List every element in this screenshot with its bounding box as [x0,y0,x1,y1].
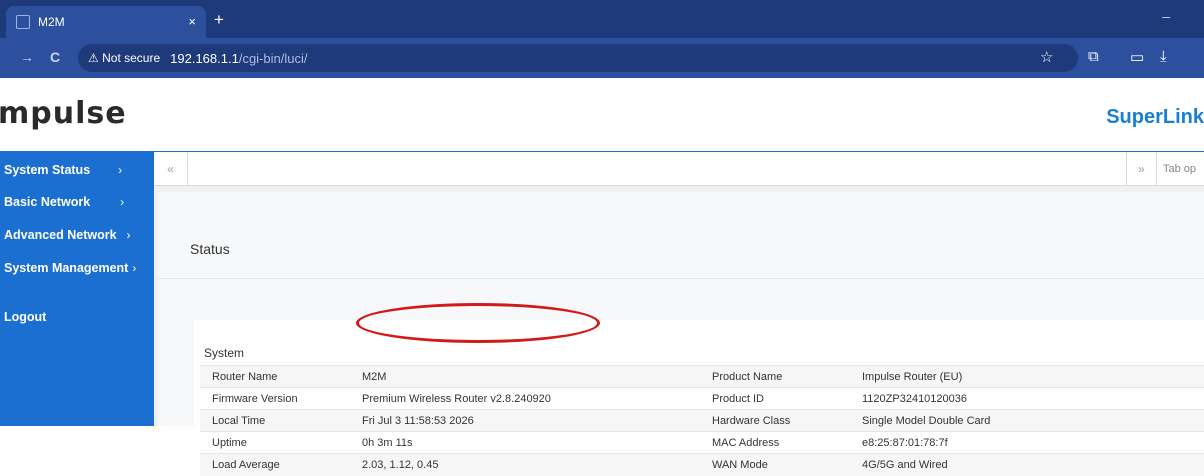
cast-icon[interactable]: ▭ [1130,48,1144,66]
table-cell: Product Name [700,365,850,388]
sidebar-item-label: Advanced Network [4,228,117,242]
reload-icon[interactable]: C [50,49,60,65]
chevron-right-icon: › [126,228,131,242]
router-favicon-icon [16,15,30,29]
url-path: /cgi-bin/luci/ [238,50,308,66]
table-row: Firmware Version Premium Wireless Router… [200,387,1204,410]
sidebar-item-basic-network[interactable]: Basic Network › [0,187,154,217]
table-row: Local Time Fri Jul 3 11:58:53 2026 Hardw… [200,409,1204,432]
security-indicator[interactable]: ⚠ Not secure [88,51,160,65]
sidebar-item-label: Basic Network [4,195,91,209]
table-cell: Product ID [700,387,850,410]
browser-tab[interactable]: M2M × [6,6,206,38]
table-cell: Firmware Version [200,387,350,410]
url-host: 192.168.1.1 [170,50,239,66]
address-bar[interactable]: ⚠ Not secure 192.168.1.1/cgi-bin/luci/ [78,44,1078,72]
table-row: Load Average 2.03, 1.12, 0.45 WAN Mode 4… [200,453,1204,476]
annotation-ellipse [356,303,600,343]
table-cell: Fri Jul 3 11:58:53 2026 [350,409,700,432]
table-cell: WAN Mode [700,453,850,476]
download-icon[interactable]: ⤓ [1160,48,1167,65]
brand-title: SuperLink [1106,106,1204,128]
forward-icon[interactable]: → [20,49,34,65]
tab-options-button[interactable]: Tab op [1156,152,1204,186]
table-cell: Uptime [200,431,350,454]
table-cell: Hardware Class [700,409,850,432]
page-title: Status [190,241,230,257]
sidebar-item-advanced-network[interactable]: Advanced Network › [0,220,154,250]
page-tab-strip: « » Tab op [154,152,1204,186]
sidebar-item-label: System Status [4,163,91,177]
table-cell: Load Average [200,453,350,476]
browser-tab-bar: M2M × + – [0,0,1204,38]
divider [158,278,1204,279]
not-secure-label: Not secure [102,51,161,65]
table-row: Uptime 0h 3m 11s MAC Address e8:25:87:01… [200,431,1204,454]
table-cell: Router Name [200,365,350,388]
table-cell: 4G/5G and Wired [850,453,1204,476]
scroll-tabs-right-button[interactable]: » [1126,152,1156,186]
sidebar-nav: System Status › Basic Network › Advanced… [0,152,154,426]
extensions-icon[interactable]: ⧉ [1088,48,1099,65]
sidebar-item-label: System Management [4,261,129,275]
sidebar-item-logout[interactable]: Logout [0,302,154,332]
new-tab-button[interactable]: + [214,10,224,30]
table-cell: Impulse Router (EU) [850,365,1204,388]
table-row: Router Name M2M Product Name Impulse Rou… [200,365,1204,388]
tab-title: M2M [38,15,65,29]
scroll-tabs-left-button[interactable]: « [154,152,188,186]
chevron-right-icon: › [120,195,125,209]
sidebar-item-label: Logout [4,310,47,324]
table-cell: Single Model Double Card [850,409,1204,432]
system-info-table: Router Name M2M Product Name Impulse Rou… [200,365,1204,476]
table-cell: 2.03, 1.12, 0.45 [350,453,700,476]
sidebar-item-system-management[interactable]: System Management › [0,253,154,283]
router-header [0,78,1204,152]
minimize-window-button[interactable]: – [1162,8,1190,24]
close-tab-icon[interactable]: × [188,14,196,29]
section-title: System [204,346,245,360]
table-cell: Premium Wireless Router v2.8.240920 [350,387,700,410]
chevron-right-icon: › [132,261,137,275]
table-cell: 0h 3m 11s [350,431,700,454]
table-cell: MAC Address [700,431,850,454]
impulse-logo: mpulse [0,96,127,131]
sidebar-item-system-status[interactable]: System Status › [0,155,154,185]
chevron-right-icon: › [118,163,123,177]
table-cell: Local Time [200,409,350,432]
table-cell: 1120ZP32410120036 [850,387,1204,410]
bookmark-star-icon[interactable]: ☆ [1040,48,1053,66]
table-cell: M2M [350,365,700,388]
table-cell: e8:25:87:01:78:7f [850,431,1204,454]
warning-icon: ⚠ [88,51,99,65]
browser-toolbar: → C ⚠ Not secure 192.168.1.1/cgi-bin/luc… [0,38,1204,78]
